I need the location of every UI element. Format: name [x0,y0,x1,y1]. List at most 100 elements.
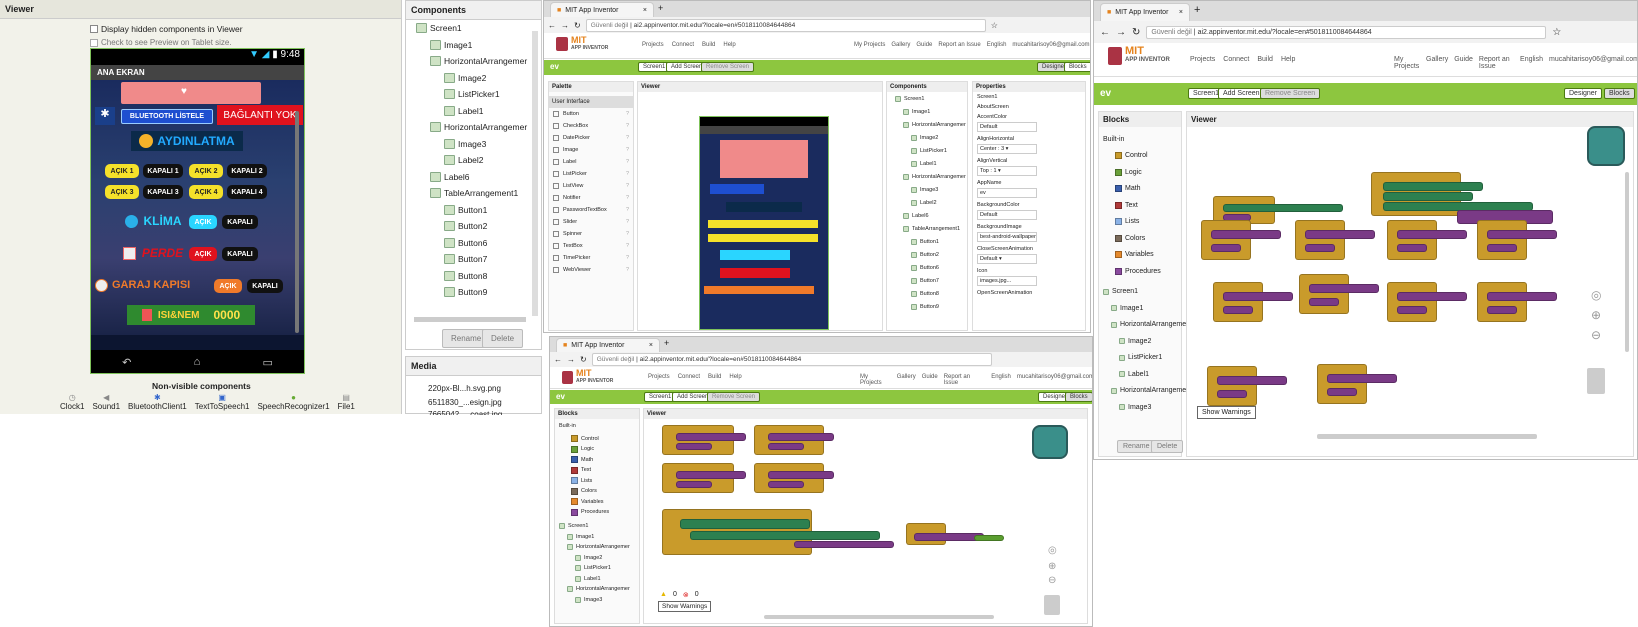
backpack-icon[interactable] [1587,126,1625,166]
screen-tree-item[interactable]: Screen1 [1103,288,1138,295]
browser-tab[interactable]: ■ MIT App Inventor × [556,338,660,352]
play-sound-block[interactable] [1217,390,1247,398]
block-category-text[interactable]: Text [571,466,591,474]
send-text-block[interactable] [1487,230,1557,239]
help-icon[interactable]: ? [626,183,629,189]
back-icon[interactable]: ↶ [122,356,131,369]
component-tree-item[interactable]: Button2 [911,252,939,258]
media-file[interactable]: 220px-Bl...h.svg.png [428,384,501,393]
browser-tab[interactable]: ■ MIT App Inventor × [550,2,654,17]
kapali1-button[interactable]: KAPALI 1 [143,164,183,178]
component-tree-item[interactable]: Image3 [444,138,486,149]
palette-item[interactable]: Spinner? [549,228,633,240]
component-tree-item[interactable]: Image1 [903,109,930,115]
nav-help[interactable]: Help [723,42,735,48]
nav-build[interactable]: Build [1257,56,1273,63]
new-tab-button[interactable]: + [658,3,663,13]
if-block[interactable] [680,519,810,529]
browser-tab[interactable]: ■ MIT App Inventor × [1100,3,1190,21]
component-tree-item[interactable]: Screen1 [895,96,925,102]
media-file[interactable]: 6511830_...esign.jpg [428,398,502,407]
property-value[interactable]: Default [977,210,1037,220]
palette-item[interactable]: TimePicker? [549,252,633,264]
component-tree-item[interactable]: Label2 [911,200,937,206]
component-tree-item[interactable]: Button6 [911,265,939,271]
nav-projects[interactable]: Projects [1190,56,1215,63]
nav-gallery[interactable]: Gallery [897,374,916,386]
component-tree-item[interactable]: Button1 [444,204,487,215]
zoom-out-icon[interactable]: ⊖ [1591,328,1601,342]
property-value[interactable]: Top : 1 ▾ [977,166,1037,176]
block-category-logic[interactable]: Logic [1115,168,1142,176]
property-value[interactable]: Default ▾ [977,254,1037,264]
button-click-event-block[interactable] [1295,220,1345,260]
delete-button[interactable]: Delete [482,329,524,348]
acik4-button[interactable]: AÇIK 4 [189,185,223,199]
zoom-reset-icon[interactable]: ◎ [1591,288,1601,302]
button-click-event-block[interactable] [1201,220,1251,260]
screen-tree-item[interactable]: Screen1 [559,523,589,529]
curtain-on-button[interactable]: AÇIK [189,247,217,261]
nav-help[interactable]: Help [729,374,741,380]
call-block[interactable] [676,481,712,488]
workspace-hscroll[interactable] [1317,434,1537,439]
nav-report-issue[interactable]: Report an Issue [938,42,980,48]
home-icon[interactable]: ⌂ [194,356,201,368]
block-category-text[interactable]: Text [1115,201,1138,209]
play-sound-block[interactable] [1211,244,1241,252]
component-tree-item[interactable]: Button1 [911,239,939,245]
help-icon[interactable]: ? [626,135,629,141]
component-tree-item[interactable]: ListPicker1 [444,89,500,99]
screen-tree-item[interactable]: Label1 [1119,371,1149,378]
scrollbar[interactable] [295,111,299,333]
nav-my-projects[interactable]: My Projects [1394,56,1420,70]
screen-tree-item[interactable]: Image1 [567,533,594,540]
send-text-block[interactable] [1305,230,1375,239]
nav-account[interactable]: mucahitarisoy06@gmail.com [1017,374,1092,386]
component-tree-item[interactable]: Button7 [911,278,939,284]
component-tree-item[interactable]: Button8 [911,291,939,297]
help-icon[interactable]: ? [626,267,629,273]
nav-language[interactable]: English [1520,56,1543,70]
block-category-logic[interactable]: Logic [571,445,594,453]
call-block[interactable] [676,443,712,450]
zoom-in-icon[interactable]: ⊕ [1048,561,1056,572]
component-tree-item[interactable]: Button8 [444,270,487,281]
media-file[interactable]: 7665042_...coast.jpg [428,410,502,415]
component-tree-item[interactable]: TableArrangement1 [903,226,960,232]
play-sound-block[interactable] [1305,244,1335,252]
remove-screen-button[interactable]: Remove Screen [1260,88,1321,99]
component-tree-item[interactable]: ListPicker1 [911,148,947,154]
property-value[interactable]: Default [977,122,1037,132]
component-tree-item[interactable]: Label6 [903,213,929,219]
screen-tree-item[interactable]: Image1 [1111,305,1143,312]
block-category-math[interactable]: Math [571,456,593,463]
nav-build[interactable]: Build [708,374,721,380]
help-icon[interactable]: ? [626,231,629,237]
reload-icon[interactable]: ↻ [574,21,581,30]
close-tab-icon[interactable]: × [649,342,653,349]
trash-icon[interactable] [1044,595,1060,615]
palette-item[interactable]: ListView? [549,180,633,192]
component-tree-item[interactable]: Button7 [444,254,487,264]
palette-item[interactable]: Label? [549,156,633,168]
kapali4-button[interactable]: KAPALI 4 [227,185,267,199]
forward-nav-icon[interactable]: → [567,355,575,364]
palette-item[interactable]: Notifier? [549,192,633,204]
button-click-event-block[interactable] [1207,366,1257,406]
acik1-button[interactable]: AÇIK 1 [105,164,139,178]
button-click-event-block[interactable] [1387,282,1437,322]
send-text-block[interactable] [1309,284,1379,293]
help-icon[interactable]: ? [626,243,629,249]
nav-guide[interactable]: Guide [922,374,938,386]
component-tree-item[interactable]: Label6 [430,171,470,182]
garage-on-button[interactable]: AÇIK [214,279,242,293]
set-block[interactable] [1383,182,1483,191]
hidden-components-checkbox[interactable]: Display hidden components in Viewer [90,24,243,34]
components-hscroll[interactable] [414,317,526,322]
component-tree-item[interactable]: Button9 [911,304,939,310]
screen-tree-item[interactable]: HorizontalArrangemer [1111,321,1188,328]
send-text-block[interactable] [1217,376,1287,385]
screen-tree-item[interactable]: HorizontalArrangemer [1111,387,1188,394]
palette-item[interactable]: DatePicker? [549,132,633,144]
